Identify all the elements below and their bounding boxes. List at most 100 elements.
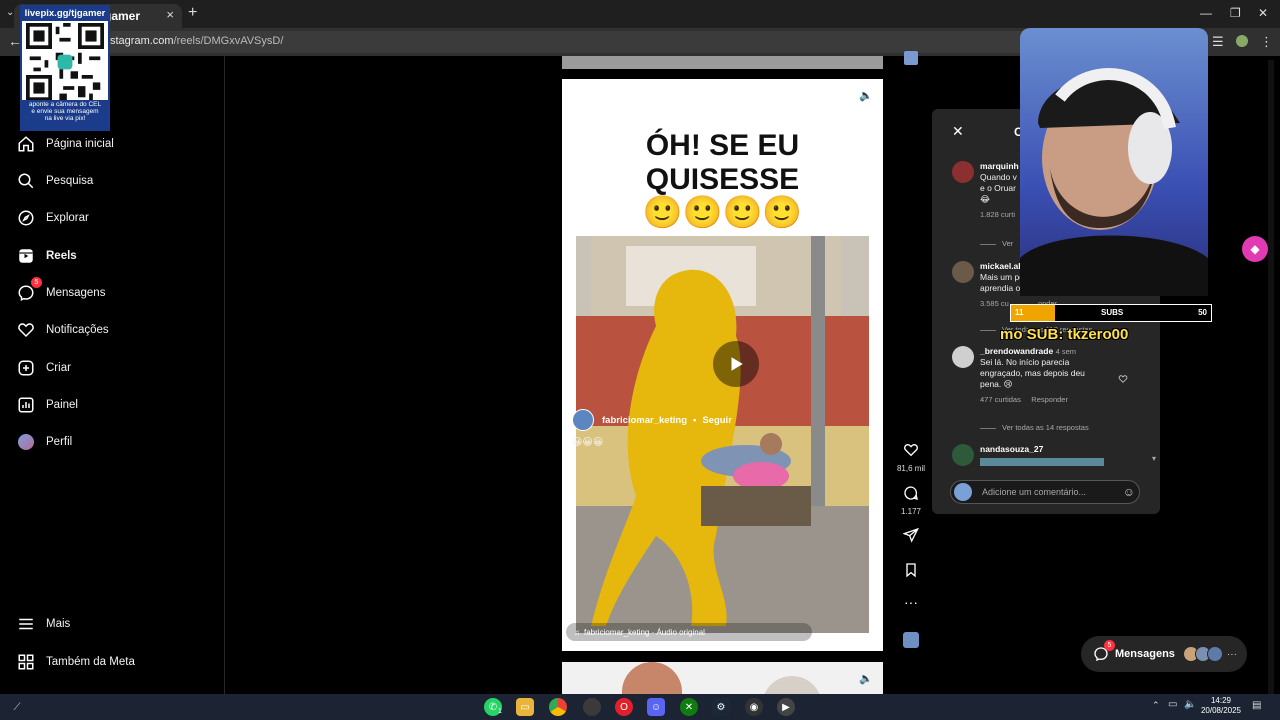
comment-username[interactable]: marquinh [980,161,1019,171]
audio-attribution[interactable]: ♫ fabriciomar_keting · Áudio original [566,623,812,641]
compass-icon [16,208,36,228]
messenger-icon: 5 [16,277,42,303]
sidebar-item-notifications[interactable]: Notificações [16,318,216,342]
comment-icon [904,486,918,500]
opera-icon[interactable]: O [615,698,633,716]
music-note-icon: ♫ [574,627,580,637]
xbox-icon[interactable]: ✕ [680,698,698,716]
comment-username[interactable]: _brendowandrade [980,346,1053,356]
sidebar-item-also-from-meta[interactable]: Também da Meta [16,650,216,674]
messages-label: Mensagens [1115,648,1175,660]
sidebar-item-more[interactable]: Mais [16,612,216,636]
comment-input-box[interactable]: ☺ [950,480,1140,504]
volume-icon[interactable]: 🔈 [1184,699,1196,710]
minimize-button[interactable]: — [1200,6,1212,20]
sidebar-item-search[interactable]: Pesquisa [16,169,216,193]
avatar[interactable] [572,409,594,431]
sidebar-item-dashboard[interactable]: Painel [16,393,216,417]
url-text[interactable]: stagram.com/reels/DMGxvAVSysD/ [110,35,283,47]
previous-reel[interactable] [562,56,883,69]
sidebar-item-profile[interactable]: Perfil [16,430,216,454]
comment-input[interactable] [980,486,1114,498]
avatar[interactable] [952,444,974,466]
audio-thumb[interactable] [896,632,926,653]
obs-icon[interactable]: ◉ [745,698,763,716]
comment-username[interactable]: nandasouza_27 [980,444,1043,454]
speaker-icon[interactable]: 🔈 [859,89,873,102]
video-scene-illustration [576,236,869,633]
sidebar-item-messages[interactable]: 5 Mensagens [16,277,216,305]
chrome-profile-icon[interactable] [583,698,601,716]
tray-chevron-icon[interactable]: ⌃ [1152,700,1160,711]
taskbar-clock[interactable]: 14:29 20/08/2025 [1196,696,1246,716]
emoji-icon[interactable]: ☺ [1123,485,1135,499]
close-icon[interactable]: ✕ [952,123,964,140]
sidebar-item-home[interactable]: Página inicial [16,132,216,156]
close-window-button[interactable]: ✕ [1258,6,1268,20]
like-button[interactable]: 81,6 mil [896,442,926,473]
home-icon [16,134,36,154]
reply-link[interactable]: Responder [1031,395,1068,404]
tab-close-icon[interactable]: × [166,7,174,22]
sidebar-item-explore[interactable]: Explorar [16,206,216,230]
share-button[interactable] [896,527,926,548]
more-options-icon[interactable]: ⋮ [1260,34,1273,50]
file-explorer-icon[interactable]: ▭ [516,698,534,716]
sidebar-item-label: Reels [46,250,77,262]
reel-caption-text: ÓH! SE EU QUISESSE [645,129,800,196]
reel-author-row: fabriciomar_keting • Seguir [572,409,732,431]
comment-count: 1.177 [900,507,922,516]
qr-header: livepix.gg/tjgamer [22,7,108,21]
sidebar-item-create[interactable]: Criar [16,356,216,380]
save-button[interactable] [896,562,926,583]
windows-taskbar [0,694,1280,720]
sidebar-item-reels[interactable]: Reels [16,244,216,268]
reel-post[interactable]: 🔈 ÓH! SE EU QUISESSE 🙂🙂🙂🙂 fabriciomar_ke… [562,79,883,651]
reel-video[interactable] [576,236,869,633]
like-count: 81,6 mil [896,464,925,473]
view-replies-link[interactable]: Ver [980,239,1013,248]
whatsapp-badge: 1 [498,708,502,715]
heart-icon [904,443,918,457]
sidebar-item-label: Mensagens [46,287,106,299]
view-replies-link[interactable]: Ver todas as 14 respostas [980,423,1089,432]
restore-button[interactable]: ❐ [1230,6,1241,20]
playlist-icon[interactable]: ☰ [1212,34,1224,50]
discord-icon[interactable]: ☺ [647,698,665,716]
avatar[interactable] [952,346,974,368]
profile-avatar[interactable] [1236,35,1248,47]
author-thumb[interactable] [896,51,926,70]
profile-avatar [16,432,36,452]
follow-button[interactable]: Seguir [702,415,732,426]
speaker-icon[interactable]: 🔈 [859,672,873,685]
avatar[interactable] [952,161,974,183]
comment-button[interactable]: 1.177 [896,485,926,516]
notification-center-icon[interactable]: ▤ [1252,700,1261,711]
start-logo-icon[interactable]: ⟋ [8,698,26,716]
steam-icon[interactable]: ⚙ [712,698,730,716]
reel-description[interactable]: 😀😀😀 [572,437,603,448]
avatar[interactable] [952,261,974,283]
play-button[interactable] [713,341,759,387]
bookmark-icon [906,563,916,578]
reel-caption-emojis: 🙂🙂🙂🙂 [642,194,803,230]
comment-time: 4 sem [1055,347,1077,356]
network-icon[interactable]: ▭ [1168,699,1177,710]
author-username[interactable]: fabriciomar_keting [602,415,687,426]
extension-diamond-icon[interactable]: ◆ [1242,236,1268,262]
streamer-webcam [1020,28,1208,296]
next-reel[interactable]: 🔈 [562,662,883,694]
qr-code-image [26,23,104,101]
media-player-icon[interactable]: ▶ [777,698,795,716]
new-tab-button[interactable]: + [188,4,197,22]
like-comment-icon[interactable] [1118,371,1128,389]
more-options-icon[interactable]: ··· [896,594,926,610]
notification-badge: 5 [1104,640,1115,651]
comment-meta: 477 curtidas [980,395,1021,404]
clock-time: 14:29 [1210,696,1232,705]
chrome-icon[interactable] [549,698,567,716]
scroll-down-icon[interactable]: ▾ [1152,454,1156,463]
page-scrollbar[interactable] [1268,60,1274,694]
messages-floating-bar[interactable]: 5 Mensagens ··· [1081,636,1247,672]
avatar [954,483,972,501]
